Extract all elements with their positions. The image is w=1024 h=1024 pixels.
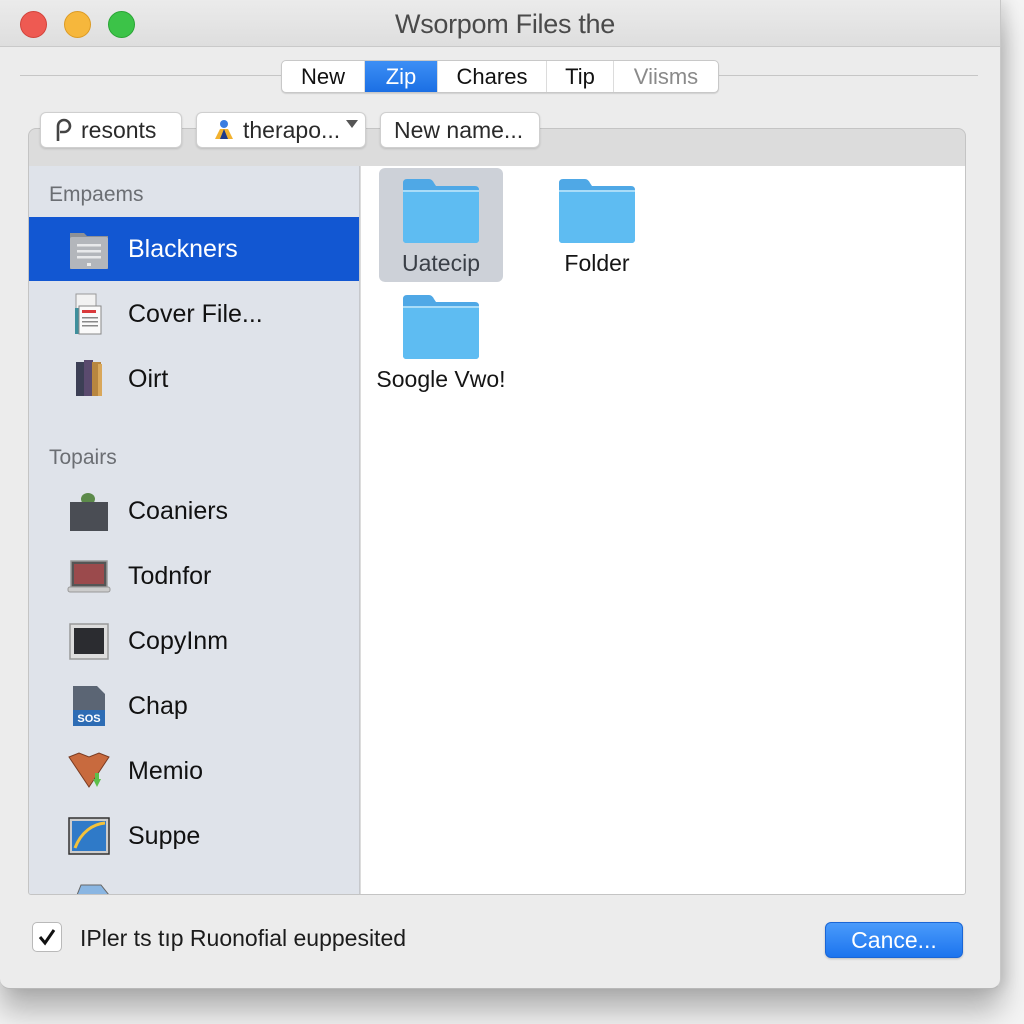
dialog-window: Wsorpom Files the New Zip Chares Tip Vii… [0, 0, 1001, 989]
tab-new[interactable]: New [282, 61, 365, 92]
sidebar-item-memio[interactable]: Memio [29, 739, 359, 803]
title-bar[interactable]: Wsorpom Files the [0, 0, 1000, 47]
file-name: Soogle Vwo! [376, 366, 506, 392]
sidebar-item-coaniers[interactable]: Coaniers [29, 479, 359, 543]
chevron-down-icon [346, 120, 358, 128]
sidebar-item-todnfor[interactable]: Todnfor [29, 544, 359, 608]
person-icon [215, 120, 233, 139]
sidebar-item-label: Suppe [128, 821, 201, 850]
sidebar-item-label: Todnfor [128, 561, 212, 590]
tab-zip[interactable]: Zip [365, 61, 438, 92]
checkmark-icon [38, 929, 56, 946]
laptop-icon [67, 560, 111, 593]
document-icon [75, 293, 102, 335]
p-glyph-icon [56, 118, 72, 141]
recents-button[interactable]: resonts [40, 112, 182, 148]
file-name: Folder [564, 250, 630, 276]
browser-icon [68, 817, 110, 855]
file-item-folder[interactable]: Folder [535, 168, 659, 282]
file-grid: Uatecip Folder Soogle Vwo! [361, 166, 965, 894]
folder-icon [403, 295, 479, 359]
sidebar-item-copyinm[interactable]: CopyInm [29, 609, 359, 673]
cancel-button[interactable]: Cance... [825, 922, 963, 958]
sidebar-item-partial[interactable] [75, 882, 115, 894]
location-dropdown[interactable]: therapo... [196, 112, 366, 148]
sidebar-item-label: Blackners [128, 234, 238, 263]
new-name-button[interactable]: New name... [380, 112, 540, 148]
window-title: Wsorpom Files the [395, 9, 615, 39]
sidebar-item-oirt[interactable]: Oirt [29, 347, 359, 411]
sidebar-item-label: Chap [128, 691, 188, 720]
recents-label: resonts [81, 117, 157, 143]
new-name-label: New name... [394, 117, 524, 143]
funnel-download-icon [68, 752, 110, 788]
tab-tip[interactable]: Tip [547, 61, 614, 92]
sidebar-section-header: Topairs [49, 446, 117, 469]
monitor-icon [69, 623, 109, 660]
sidebar-section-header: Empaems [49, 183, 144, 206]
cabinet-folder-icon [70, 233, 108, 269]
tab-bar: New Zip Chares Tip Viisms [281, 60, 719, 93]
folder-icon [403, 179, 479, 243]
sidebar-item-suppe[interactable]: Suppe [29, 804, 359, 868]
books-icon [76, 360, 102, 396]
sidebar-item-chap[interactable]: SOS Chap [29, 674, 359, 738]
tab-chares[interactable]: Chares [438, 61, 547, 92]
file-item-uatecip[interactable]: Uatecip [379, 168, 503, 282]
sidebar: Empaems Blackners Cover File... Oirt Top… [29, 166, 360, 894]
option-checkbox[interactable] [32, 922, 62, 952]
sidebar-item-label: Coaniers [128, 496, 229, 525]
tab-viisms[interactable]: Viisms [614, 61, 718, 92]
sidebar-item-label: CopyInm [128, 626, 229, 655]
sidebar-item-cover-file[interactable]: Cover File... [29, 282, 359, 346]
svg-text:SOS: SOS [77, 713, 100, 725]
folder-icon [559, 179, 635, 243]
checkbox-label: IPler ts tıp Ruonofial euppesited [80, 925, 407, 951]
sidebar-item-label: Oirt [128, 364, 169, 393]
partial-item-icon [76, 884, 109, 894]
sidebar-item-blackners[interactable]: Blackners [29, 217, 359, 281]
browser-panel: Empaems Blackners Cover File... Oirt Top… [28, 128, 966, 895]
sidebar-item-label: Cover File... [128, 299, 263, 328]
box-icon [70, 493, 108, 531]
file-item-soogle-vwo[interactable]: Soogle Vwo! [376, 284, 506, 398]
location-label: therapo... [243, 117, 341, 143]
sidebar-item-label: Memio [128, 756, 204, 785]
sos-file-icon: SOS [73, 686, 105, 726]
